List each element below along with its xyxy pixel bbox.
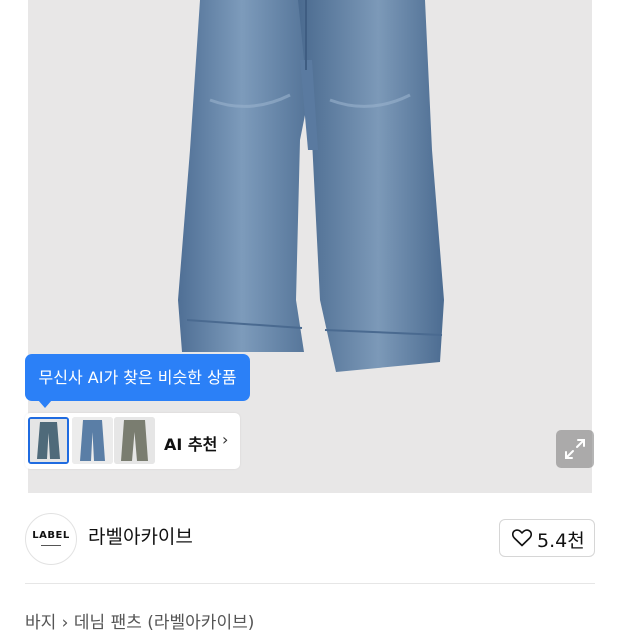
ai-thumbnail-3[interactable]	[114, 417, 155, 464]
like-count: 5.4천	[537, 530, 585, 552]
brand-logo-text: LABEL	[32, 530, 70, 541]
like-button[interactable]: 5.4천	[499, 519, 595, 557]
ai-thumbnail-2[interactable]	[72, 417, 113, 464]
ai-similar-tooltip: 무신사 AI가 찾은 비슷한 상품	[25, 354, 250, 408]
ai-recommend-label: AI 추천	[164, 435, 218, 454]
breadcrumb[interactable]: 바지 › 데님 팬츠 (라벨아카이브)	[25, 608, 254, 633]
ai-recommend-card[interactable]: AI 추천 ›	[25, 413, 240, 469]
expand-image-button[interactable]	[556, 430, 594, 468]
product-image[interactable]: 무신사 AI가 찾은 비슷한 상품 AI 추천 ›	[0, 0, 620, 493]
ai-thumbnail-1[interactable]	[28, 417, 69, 464]
divider	[25, 583, 595, 584]
heart-outline-icon	[512, 529, 532, 547]
chevron-right-icon: ›	[222, 430, 229, 449]
brand-logo[interactable]: LABEL	[25, 513, 77, 565]
expand-arrows-icon	[565, 439, 585, 459]
brand-name[interactable]: 라벨아카이브	[88, 522, 193, 549]
seller-section: LABEL 라벨아카이브 5.4천 바지 › 데님 팬츠 (라벨아카이브)	[0, 493, 620, 633]
brand-logo-underline	[41, 545, 61, 546]
